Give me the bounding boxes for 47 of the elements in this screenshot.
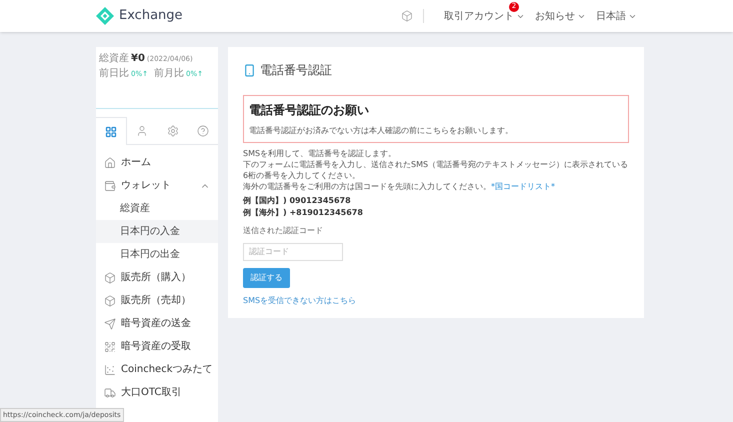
box-icon: [104, 272, 116, 284]
grid-icon: [105, 126, 118, 138]
sidebar-tab[interactable]: [96, 117, 128, 145]
description-text: 下のフォームに電話番号を入力し、送信されたSMS（電話番号宛のテキストメッセージ）に表示されている6桁の番号を入力してください。: [243, 159, 629, 181]
paper-plane-icon: [104, 318, 116, 330]
example-text: 例【国内】) 09012345678: [243, 195, 352, 207]
nav-item[interactable]: 大口OTC取引: [96, 381, 218, 404]
total-value: ¥0: [131, 52, 145, 66]
nav-item[interactable]: 暗号資産の送金: [96, 312, 218, 335]
nav-item[interactable]: ホーム: [96, 151, 218, 174]
diamond-logo-icon: [96, 7, 114, 25]
truck-icon: [104, 386, 116, 398]
header-menu[interactable]: 取引アカウント: [444, 8, 525, 24]
nav-item[interactable]: 暗号資産の受取: [96, 335, 218, 358]
sms-help-link[interactable]: SMSを受信できない方はこちら: [243, 295, 629, 307]
nav-subitem[interactable]: 日本円の入金: [96, 220, 218, 243]
country-code-link[interactable]: *国コードリスト*: [491, 182, 555, 191]
example-text: 例【海外】) +819012345678: [243, 207, 364, 219]
box-icon: [104, 294, 116, 306]
smartphone-icon: [243, 64, 256, 76]
box-icon[interactable]: [401, 10, 413, 22]
nav-item[interactable]: 販売所（売却）: [96, 289, 218, 312]
nav-item[interactable]: ウォレット: [96, 174, 218, 197]
total-label: 総資産: [99, 52, 129, 66]
notice-heading: 電話番号認証のお願い: [249, 102, 370, 119]
nav-subitem[interactable]: 日本円の出金: [96, 243, 218, 266]
help-icon: [196, 124, 209, 136]
settings-icon: [166, 124, 179, 136]
nav-item[interactable]: Coincheckつみたて: [96, 358, 218, 381]
home-icon: [104, 156, 116, 168]
qr-code-icon: [104, 340, 116, 352]
change-label: 前月比: [154, 66, 184, 81]
nav-subitem[interactable]: 総資産: [96, 197, 218, 220]
page-title: 電話番号認証: [260, 62, 332, 79]
description-text: 海外の電話番号をご利用の方は国コードを先頭に入力してください。*国コードリスト*: [243, 181, 556, 192]
code-input-field[interactable]: 認証コード: [243, 242, 343, 260]
description-text: SMSを利用して、電話番号を認証します。: [243, 148, 398, 159]
user-icon: [136, 124, 148, 136]
header-menu[interactable]: 日本語: [596, 8, 637, 24]
dots-chart-icon: [104, 364, 116, 376]
notice-text: 電話番号認証がお済みでない方は本人確認の前にこちらをお願いします。: [249, 125, 514, 137]
nav-item[interactable]: 販売所（購入）: [96, 266, 218, 289]
wallet-icon: [104, 180, 116, 192]
brand-name: Exchange: [119, 7, 183, 26]
field-label: 送信された認証コード: [243, 225, 324, 237]
header-menu[interactable]: お知らせ: [535, 8, 586, 24]
change-label: 前日比: [99, 66, 129, 81]
